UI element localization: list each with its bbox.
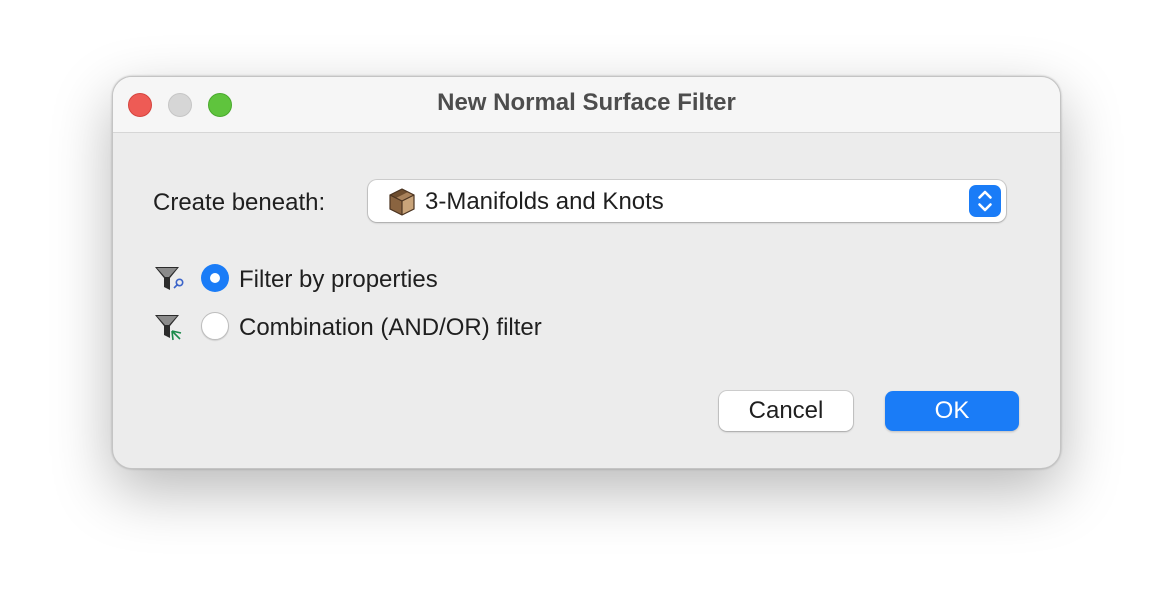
ok-button[interactable]: OK bbox=[885, 391, 1019, 431]
filter-by-properties-label: Filter by properties bbox=[239, 266, 438, 293]
filter-by-properties-radio[interactable] bbox=[201, 264, 229, 292]
chevron-updown-icon[interactable] bbox=[969, 185, 1001, 217]
window-title: New Normal Surface Filter bbox=[437, 89, 736, 116]
title-bar: New Normal Surface Filter bbox=[113, 77, 1060, 133]
option-filter-by-properties[interactable]: Filter by properties bbox=[153, 262, 653, 296]
box-package-icon bbox=[386, 185, 418, 217]
filter-combination-icon bbox=[153, 311, 185, 343]
filter-properties-icon bbox=[153, 263, 185, 295]
combination-filter-radio[interactable] bbox=[201, 312, 229, 340]
option-combination-filter[interactable]: Combination (AND/OR) filter bbox=[153, 310, 653, 344]
cancel-button[interactable]: Cancel bbox=[719, 391, 853, 431]
create-beneath-select[interactable]: 3-Manifolds and Knots bbox=[368, 180, 1006, 222]
create-beneath-label: Create beneath: bbox=[153, 189, 326, 216]
create-beneath-value: 3-Manifolds and Knots bbox=[425, 188, 664, 215]
new-filter-dialog: New Normal Surface Filter Create beneath… bbox=[112, 76, 1061, 469]
combination-filter-label: Combination (AND/OR) filter bbox=[239, 314, 542, 341]
